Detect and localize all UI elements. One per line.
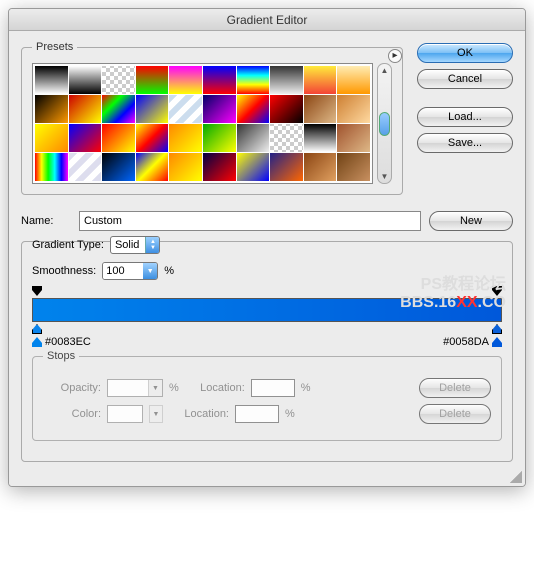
preset-swatch[interactable] bbox=[304, 95, 337, 123]
preset-swatch[interactable] bbox=[270, 66, 303, 94]
smoothness-input[interactable] bbox=[103, 263, 143, 279]
preset-swatch[interactable] bbox=[136, 124, 169, 152]
preset-swatch[interactable] bbox=[69, 66, 102, 94]
right-color-label: #0058DA bbox=[443, 336, 502, 348]
preset-swatch[interactable] bbox=[337, 95, 370, 123]
stops-fieldset: Stops Opacity: ▼ % Location: % Delete Co… bbox=[32, 350, 502, 441]
preset-swatch[interactable] bbox=[102, 153, 135, 181]
preset-swatch[interactable] bbox=[270, 95, 303, 123]
preset-swatch[interactable] bbox=[304, 153, 337, 181]
load-button[interactable]: Load... bbox=[417, 107, 513, 127]
preset-swatch[interactable] bbox=[169, 66, 202, 94]
chevron-up-down-icon: ▲▼ bbox=[145, 237, 159, 253]
ink-icon-left bbox=[32, 337, 42, 347]
scroll-thumb[interactable] bbox=[379, 112, 390, 136]
preset-swatch[interactable] bbox=[102, 66, 135, 94]
preset-swatch[interactable] bbox=[337, 124, 370, 152]
delete-opacity-button: Delete bbox=[419, 378, 491, 398]
preset-swatch[interactable] bbox=[270, 124, 303, 152]
delete-color-button: Delete bbox=[419, 404, 491, 424]
gradient-type-label: Gradient Type: bbox=[32, 239, 104, 251]
gradient-type-select[interactable]: Solid ▲▼ bbox=[110, 236, 160, 254]
opacity-location-input bbox=[251, 379, 295, 397]
preset-swatch[interactable] bbox=[69, 153, 102, 181]
preset-swatch[interactable] bbox=[169, 124, 202, 152]
color-label: Color: bbox=[43, 408, 101, 420]
dialog-title: Gradient Editor bbox=[227, 13, 308, 27]
preset-swatch[interactable] bbox=[237, 95, 270, 123]
preset-swatch[interactable] bbox=[203, 153, 236, 181]
color-stop-left[interactable] bbox=[32, 324, 42, 334]
name-input[interactable] bbox=[79, 211, 421, 231]
resize-grip[interactable] bbox=[510, 471, 522, 483]
preset-swatch[interactable] bbox=[136, 95, 169, 123]
preset-swatch[interactable] bbox=[237, 153, 270, 181]
stops-legend: Stops bbox=[43, 350, 79, 362]
color-location-input bbox=[235, 405, 279, 423]
save-button[interactable]: Save... bbox=[417, 133, 513, 153]
presets-grid[interactable] bbox=[32, 63, 373, 184]
preset-swatch[interactable] bbox=[237, 124, 270, 152]
ink-icon-right bbox=[492, 337, 502, 347]
opacity-input bbox=[108, 380, 148, 396]
opacity-stop-right[interactable] bbox=[492, 286, 502, 296]
scroll-down-icon[interactable]: ▼ bbox=[381, 172, 389, 181]
smoothness-label: Smoothness: bbox=[32, 265, 96, 277]
new-button[interactable]: New bbox=[429, 211, 513, 231]
preset-swatch[interactable] bbox=[69, 95, 102, 123]
name-label: Name: bbox=[21, 215, 71, 227]
presets-flyout-icon[interactable]: ▸ bbox=[388, 49, 402, 63]
cancel-button[interactable]: Cancel bbox=[417, 69, 513, 89]
preset-swatch[interactable] bbox=[102, 95, 135, 123]
chevron-down-icon: ▼ bbox=[149, 405, 163, 423]
preset-swatch[interactable] bbox=[136, 66, 169, 94]
preset-swatch[interactable] bbox=[304, 124, 337, 152]
preset-swatch[interactable] bbox=[102, 124, 135, 152]
presets-scrollbar[interactable]: ▲ ▼ bbox=[377, 63, 392, 184]
presets-fieldset: Presets ▸ ▲ ▼ bbox=[21, 41, 403, 195]
smoothness-suffix: % bbox=[164, 265, 174, 277]
ok-button[interactable]: OK bbox=[417, 43, 513, 63]
preset-swatch[interactable] bbox=[169, 95, 202, 123]
smoothness-input-wrap[interactable]: ▼ bbox=[102, 262, 158, 280]
preset-swatch[interactable] bbox=[69, 124, 102, 152]
color-well bbox=[107, 405, 143, 423]
gradient-settings-fieldset: Gradient Type: Solid ▲▼ Smoothness: ▼ % bbox=[21, 241, 513, 462]
preset-swatch[interactable] bbox=[203, 95, 236, 123]
gradient-editor-dialog: Gradient Editor Presets ▸ ▲ ▼ OK Cancel bbox=[8, 8, 526, 487]
titlebar[interactable]: Gradient Editor bbox=[9, 9, 525, 31]
gradient-preview-area: #0083EC #0058DA bbox=[32, 286, 502, 348]
preset-swatch[interactable] bbox=[337, 153, 370, 181]
preset-swatch[interactable] bbox=[35, 95, 68, 123]
dialog-buttons: OK Cancel Load... Save... bbox=[417, 41, 513, 205]
preset-swatch[interactable] bbox=[203, 124, 236, 152]
preset-swatch[interactable] bbox=[35, 124, 68, 152]
preset-swatch[interactable] bbox=[304, 66, 337, 94]
gradient-strip[interactable] bbox=[32, 298, 502, 322]
preset-swatch[interactable] bbox=[237, 66, 270, 94]
chevron-down-icon[interactable]: ▼ bbox=[143, 263, 157, 279]
presets-legend: Presets bbox=[32, 41, 77, 53]
opacity-label: Opacity: bbox=[43, 382, 101, 394]
color-stop-right[interactable] bbox=[492, 324, 502, 334]
opacity-input-wrap: ▼ bbox=[107, 379, 163, 397]
left-color-label: #0083EC bbox=[32, 336, 91, 348]
opacity-stop-left[interactable] bbox=[32, 286, 42, 296]
preset-swatch[interactable] bbox=[203, 66, 236, 94]
preset-swatch[interactable] bbox=[337, 66, 370, 94]
opacity-location-label: Location: bbox=[185, 382, 245, 394]
preset-swatch[interactable] bbox=[169, 153, 202, 181]
preset-swatch[interactable] bbox=[35, 66, 68, 94]
preset-swatch[interactable] bbox=[270, 153, 303, 181]
color-location-label: Location: bbox=[169, 408, 229, 420]
preset-swatch[interactable] bbox=[35, 153, 68, 181]
scroll-up-icon[interactable]: ▲ bbox=[381, 66, 389, 75]
preset-swatch[interactable] bbox=[136, 153, 169, 181]
chevron-down-icon: ▼ bbox=[148, 380, 162, 396]
gradient-type-value: Solid bbox=[115, 239, 145, 251]
